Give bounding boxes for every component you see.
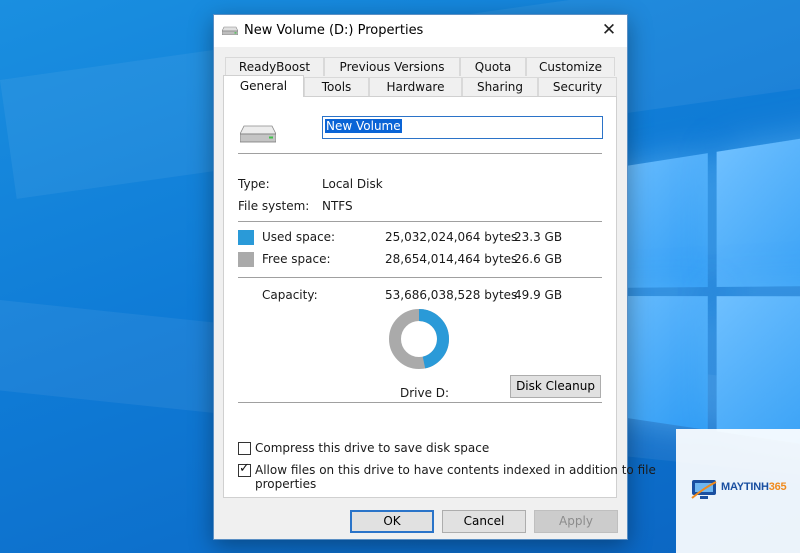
file-system-label: File system:: [238, 199, 310, 213]
free-space-swatch: [238, 252, 254, 267]
title-bar[interactable]: New Volume (D:) Properties ✕: [214, 15, 627, 47]
close-button[interactable]: ✕: [591, 15, 627, 47]
used-space-gb: 23.3 GB: [514, 230, 563, 244]
ok-button[interactable]: OK: [350, 510, 434, 533]
windows-logo-pane: [716, 129, 800, 287]
type-value: Local Disk: [322, 177, 383, 191]
volume-name-input[interactable]: New Volume: [322, 116, 603, 139]
brand-main: MAYTINH: [721, 481, 769, 493]
index-checkbox[interactable]: ✓: [238, 461, 251, 477]
free-space-gb: 26.6 GB: [514, 252, 563, 266]
divider: [238, 402, 602, 403]
disk-usage-donut: [389, 309, 449, 369]
volume-name-text: New Volume: [325, 119, 402, 133]
cancel-button[interactable]: Cancel: [442, 510, 526, 533]
tab-quota[interactable]: Quota: [460, 57, 526, 76]
divider: [238, 277, 602, 278]
divider: [238, 221, 602, 222]
logo-icon: [691, 480, 717, 499]
free-space-label: Free space:: [262, 252, 331, 266]
disk-cleanup-button[interactable]: Disk Cleanup: [510, 375, 601, 398]
type-label: Type:: [238, 177, 270, 191]
properties-dialog: New Volume (D:) Properties ✕ ReadyBoost …: [213, 14, 656, 540]
tab-previous-versions[interactable]: Previous Versions: [324, 57, 460, 76]
tab-tools[interactable]: Tools: [304, 77, 369, 96]
capacity-label: Capacity:: [262, 288, 318, 302]
windows-logo: [600, 127, 800, 462]
drive-icon: [222, 26, 238, 35]
brand-number: 365: [768, 481, 787, 493]
index-label-line1: Allow files on this drive to have conten…: [255, 463, 656, 477]
used-space-swatch: [238, 230, 254, 245]
tab-general[interactable]: General: [223, 75, 304, 97]
tab-sharing[interactable]: Sharing: [462, 77, 538, 96]
free-space-bytes: 28,654,014,464 bytes: [385, 252, 518, 266]
divider: [238, 153, 602, 154]
tab-security[interactable]: Security: [538, 77, 617, 96]
close-icon: ✕: [601, 20, 617, 40]
file-system-value: NTFS: [322, 199, 353, 213]
general-panel: New Volume Type: Local Disk File system:…: [223, 96, 656, 498]
drive-label: Drive D:: [400, 386, 450, 400]
drive-icon: [240, 125, 276, 143]
tab-readyboost[interactable]: ReadyBoost: [225, 57, 324, 76]
watermark: MAYTINH365: [676, 429, 800, 553]
index-label-line2: properties: [255, 477, 317, 491]
tab-customize[interactable]: Customize: [526, 57, 615, 76]
compress-checkbox[interactable]: [238, 442, 251, 455]
check-icon: ✓: [239, 461, 250, 476]
used-space-label: Used space:: [262, 230, 336, 244]
capacity-bytes: 53,686,038,528 bytes: [385, 288, 518, 302]
brand-name: MAYTINH365: [721, 481, 787, 493]
window-title: New Volume (D:) Properties: [244, 23, 424, 38]
tab-hardware[interactable]: Hardware: [369, 77, 462, 96]
apply-button[interactable]: Apply: [534, 510, 618, 533]
used-space-bytes: 25,032,024,064 bytes: [385, 230, 518, 244]
compress-label: Compress this drive to save disk space: [255, 441, 490, 455]
capacity-gb: 49.9 GB: [514, 288, 563, 302]
